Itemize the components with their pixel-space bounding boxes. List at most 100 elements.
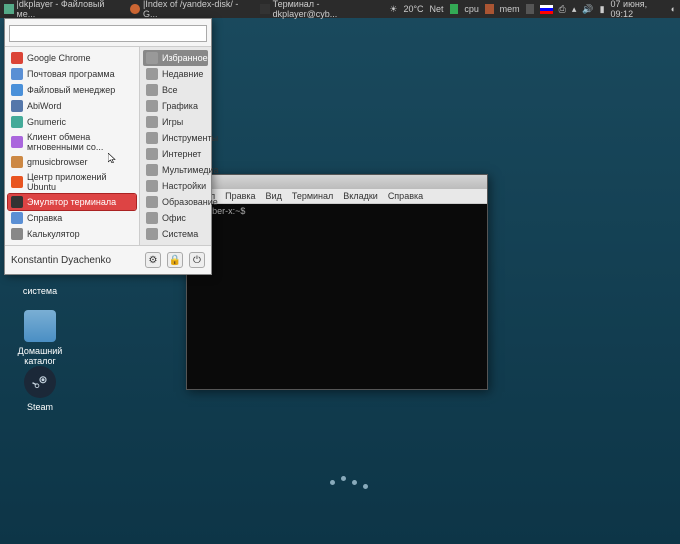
- desktop-icon-home[interactable]: Домашний каталог: [10, 310, 70, 366]
- taskbar-window-1[interactable]: |dkplayer - Файловый ме...: [4, 0, 120, 19]
- desktop-icon-steam[interactable]: Steam: [10, 366, 70, 412]
- category-item-4[interactable]: Игры: [143, 114, 208, 130]
- category-icon: [146, 84, 158, 96]
- category-label: Система: [162, 229, 198, 239]
- app-label: Калькулятор: [27, 229, 80, 239]
- category-item-2[interactable]: Все: [143, 82, 208, 98]
- home-icon: [4, 4, 14, 14]
- category-icon: [146, 148, 158, 160]
- volume-icon[interactable]: 🔊: [582, 4, 593, 15]
- app-item-5[interactable]: Клиент обмена мгновенными со...: [8, 130, 136, 154]
- app-label: Почтовая программа: [27, 69, 115, 79]
- category-item-1[interactable]: Недавние: [143, 66, 208, 82]
- weather-text: 20°C: [403, 4, 423, 14]
- net-graph-icon: [450, 4, 459, 14]
- net-label: Net: [430, 4, 444, 14]
- terminal-window[interactable]: Файл Правка Вид Терминал Вкладки Справка…: [186, 174, 488, 390]
- folder-icon: [24, 310, 56, 342]
- terminal-menu-help[interactable]: Справка: [388, 191, 423, 201]
- taskbar-window-2[interactable]: |Index of /yandex-disk/ - G...: [130, 0, 250, 19]
- app-label: Файловый менеджер: [27, 85, 115, 95]
- category-label: Настройки: [162, 181, 206, 191]
- user-icon[interactable]: ◐: [671, 4, 676, 14]
- category-label: Офис: [162, 213, 186, 223]
- app-icon: [11, 136, 23, 148]
- category-label: Графика: [162, 101, 198, 111]
- cursor-icon: [108, 153, 118, 163]
- category-item-6[interactable]: Интернет: [143, 146, 208, 162]
- app-icon: [11, 68, 23, 80]
- category-label: Интернет: [162, 149, 201, 159]
- category-label: Игры: [162, 117, 183, 127]
- terminal-menu-edit[interactable]: Правка: [225, 191, 255, 201]
- terminal-menu-tabs[interactable]: Вкладки: [343, 191, 378, 201]
- category-icon: [146, 68, 158, 80]
- settings-button[interactable]: ⚙: [145, 252, 161, 268]
- app-item-4[interactable]: Gnumeric: [8, 114, 136, 130]
- terminal-titlebar[interactable]: [187, 175, 487, 189]
- menu-footer: Konstantin Dyachenko ⚙ 🔒 ⏻: [5, 245, 211, 274]
- category-item-3[interactable]: Графика: [143, 98, 208, 114]
- app-item-1[interactable]: Почтовая программа: [8, 66, 136, 82]
- app-icon: [11, 116, 23, 128]
- terminal-menu-view[interactable]: Вид: [266, 191, 282, 201]
- menu-apps-list: Google Chrome Почтовая программа Файловый …: [5, 47, 139, 245]
- loading-indicator: [330, 480, 368, 485]
- category-item-8[interactable]: Настройки: [143, 178, 208, 194]
- app-icon: [11, 228, 23, 240]
- category-item-7[interactable]: Мультимедиа: [143, 162, 208, 178]
- lock-button[interactable]: 🔒: [167, 252, 183, 268]
- category-icon: [146, 52, 158, 64]
- taskbar-window-3[interactable]: Терминал - dkplayer@cyb...: [260, 0, 381, 19]
- cpu-label: cpu: [464, 4, 479, 14]
- battery-icon[interactable]: ▮: [600, 4, 605, 15]
- menu-categories-list: Избранное Недавние Все Графика Игры Инструмен…: [139, 47, 211, 245]
- tray-icon-1[interactable]: ⎙: [559, 4, 566, 15]
- weather-icon: ☀: [389, 4, 397, 15]
- clock[interactable]: 07 июня, 09:12: [611, 0, 665, 19]
- category-icon: [146, 100, 158, 112]
- app-icon: [11, 176, 23, 188]
- app-label: Эмулятор терминала: [27, 197, 116, 207]
- app-item-2[interactable]: Файловый менеджер: [8, 82, 136, 98]
- search-input[interactable]: [9, 25, 207, 42]
- app-icon: [11, 52, 23, 64]
- category-item-0[interactable]: Избранное: [143, 50, 208, 66]
- app-label: Клиент обмена мгновенными со...: [27, 132, 133, 152]
- app-icon: [11, 196, 23, 208]
- terminal-body[interactable]: r@cyber-x:~$: [187, 204, 487, 389]
- app-icon: [11, 100, 23, 112]
- category-label: Избранное: [162, 53, 208, 63]
- menu-search-row: [5, 19, 211, 47]
- category-item-5[interactable]: Инструменты: [143, 130, 208, 146]
- desktop-label-system: система: [10, 286, 70, 296]
- category-item-9[interactable]: Образование: [143, 194, 208, 210]
- category-icon: [146, 116, 158, 128]
- app-label: Gnumeric: [27, 117, 66, 127]
- terminal-menu-terminal[interactable]: Терминал: [292, 191, 333, 201]
- app-icon: [11, 156, 23, 168]
- app-menu: Google Chrome Почтовая программа Файловый …: [4, 18, 212, 275]
- app-label: Центр приложений Ubuntu: [27, 172, 133, 192]
- app-icon: [11, 212, 23, 224]
- mem-graph-icon: [526, 4, 535, 14]
- steam-icon: [24, 366, 56, 398]
- category-icon: [146, 132, 158, 144]
- app-item-7[interactable]: Центр приложений Ubuntu: [8, 170, 136, 194]
- category-item-10[interactable]: Офис: [143, 210, 208, 226]
- category-item-11[interactable]: Система: [143, 226, 208, 242]
- power-icon: ⏻: [193, 255, 201, 266]
- taskbar-windows: |dkplayer - Файловый ме... |Index of /ya…: [4, 0, 381, 19]
- app-label: Google Chrome: [27, 53, 91, 63]
- app-item-0[interactable]: Google Chrome: [8, 50, 136, 66]
- network-icon[interactable]: ▴: [572, 4, 577, 15]
- app-item-8[interactable]: Эмулятор терминала: [8, 194, 136, 210]
- flag-icon[interactable]: [540, 5, 552, 14]
- app-item-9[interactable]: Справка: [8, 210, 136, 226]
- power-button[interactable]: ⏻: [189, 252, 205, 268]
- category-label: Недавние: [162, 69, 203, 79]
- app-item-3[interactable]: AbiWord: [8, 98, 136, 114]
- category-icon: [146, 196, 158, 208]
- app-item-10[interactable]: Калькулятор: [8, 226, 136, 242]
- gear-icon: ⚙: [149, 255, 158, 266]
